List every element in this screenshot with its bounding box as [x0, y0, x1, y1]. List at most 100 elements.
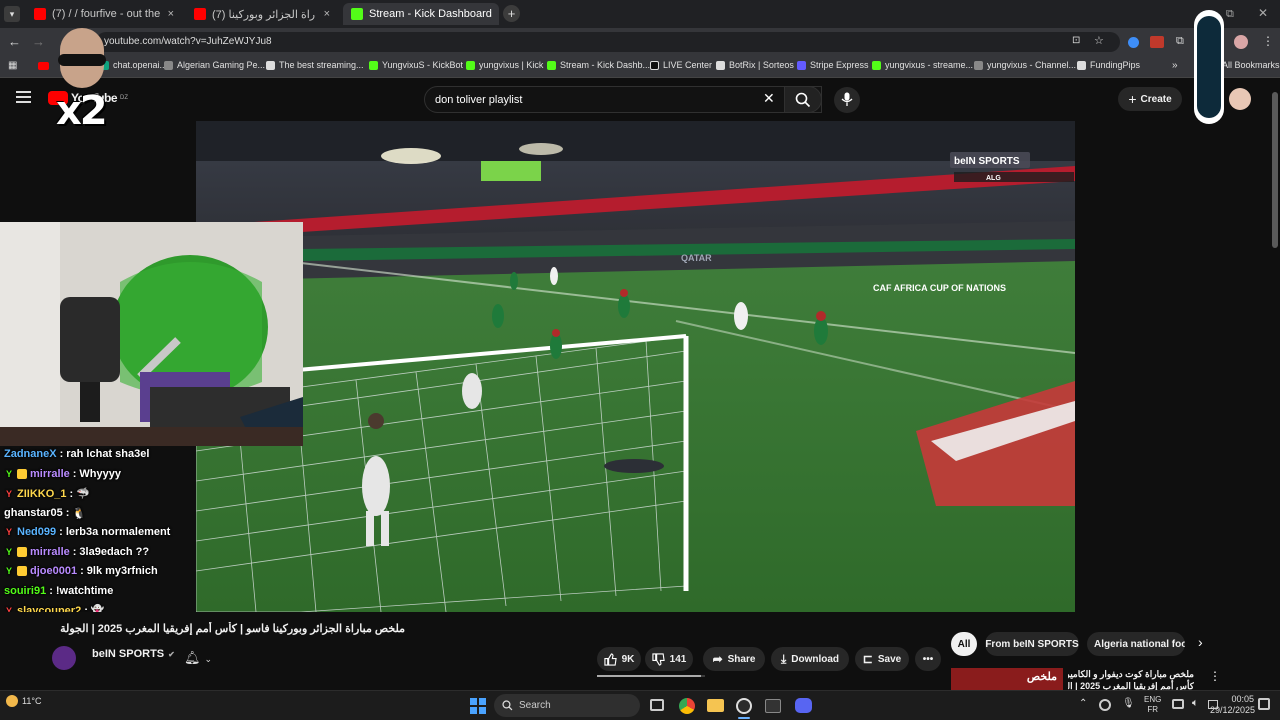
- tab-title: (7) / / fourfive - out the air ( sl: [52, 8, 160, 20]
- address-field[interactable]: youtube.com/watch?v=JuhZeWJYJu8 ⊡ ☆: [96, 32, 1120, 52]
- terminal-taskbar-icon[interactable]: [765, 699, 781, 713]
- network-icon[interactable]: [1172, 699, 1184, 709]
- bookmarks-overflow-icon[interactable]: »: [1172, 60, 1178, 71]
- apps-grid-icon[interactable]: ▦: [8, 60, 17, 71]
- discord-taskbar-icon[interactable]: [795, 698, 812, 713]
- tab-youtube-match[interactable]: ملخص مباراة الجزائر وبوركينا (7) ×: [186, 3, 338, 25]
- tab-list-button[interactable]: ▾: [4, 6, 20, 22]
- minimize-icon[interactable]: ⧉: [1226, 8, 1234, 21]
- chat-username[interactable]: ZadnaneX: [4, 448, 57, 460]
- bookmark-item[interactable]: yungvixus - Channel...: [974, 60, 1076, 70]
- all-bookmarks[interactable]: All Bookmarks: [1222, 60, 1280, 70]
- bookmark-item[interactable]: BotRix | Sorteos: [716, 60, 794, 70]
- bookmark-item[interactable]: chat.openai...: [100, 60, 167, 70]
- language-indicator[interactable]: ENG FR: [1144, 695, 1161, 715]
- chat-username[interactable]: ghanstar05: [4, 507, 63, 519]
- obs-taskbar-icon[interactable]: [736, 698, 752, 714]
- weather-widget[interactable]: 11°C: [6, 695, 41, 707]
- volume-icon[interactable]: 🔈︎: [1192, 697, 1199, 710]
- chat-username[interactable]: djoe0001: [30, 565, 77, 577]
- related-video-thumbnail[interactable]: ملخص: [951, 668, 1063, 690]
- bookmark-item[interactable]: yungvixus - streame...: [872, 60, 973, 70]
- chip-all[interactable]: All: [951, 632, 977, 656]
- share-button[interactable]: ➦ Share: [703, 647, 765, 671]
- bookmarks-bar: ▦ chat.openai... Algerian Gaming Pe... T…: [0, 56, 1280, 78]
- webcam-room-scene: [0, 222, 303, 446]
- video-player[interactable]: beIN SPORTS ALG CAF AFRICA CUP OF NATION…: [196, 121, 1075, 612]
- page-scrollbar[interactable]: [1272, 92, 1278, 248]
- chat-username[interactable]: Ned099: [17, 526, 56, 538]
- related-video-title[interactable]: ملخص مباراة كوت ديفوار و الكاميرون | كأس…: [1068, 668, 1194, 692]
- kick-favicon-icon: [872, 60, 881, 70]
- voice-search-button[interactable]: [834, 87, 860, 113]
- search-button[interactable]: [784, 86, 822, 113]
- bookmark-item[interactable]: Stripe Express: [797, 60, 869, 70]
- back-arrow-icon[interactable]: ←: [8, 34, 21, 49]
- notification-center-icon[interactable]: [1258, 698, 1270, 710]
- notification-bell-button[interactable]: 🔔︎ ⌄: [184, 650, 212, 666]
- bookmark-item[interactable]: YungvixuS - KickBot: [369, 60, 463, 70]
- download-button[interactable]: ⤓ Download: [771, 647, 849, 671]
- close-tab-icon[interactable]: ×: [492, 8, 499, 20]
- chat-username[interactable]: souiri91: [4, 585, 46, 597]
- bookmark-favicon-icon: [716, 60, 725, 70]
- windows-start-icon[interactable]: [470, 698, 486, 714]
- chat-username[interactable]: mirralle: [30, 546, 70, 558]
- plus-icon: +: [1128, 91, 1137, 107]
- dislike-button[interactable]: 141: [645, 647, 693, 671]
- bookmark-star-icon[interactable]: ☆: [1094, 34, 1104, 47]
- chrome-taskbar-icon[interactable]: [679, 698, 695, 714]
- more-actions-button[interactable]: •••: [915, 647, 941, 671]
- new-tab-button[interactable]: +: [503, 5, 520, 22]
- related-video-menu-icon[interactable]: ⋮: [1209, 669, 1221, 683]
- save-button[interactable]: ⊏ Save: [855, 647, 909, 671]
- bookmark-item[interactable]: LIVE Center: [650, 60, 712, 70]
- chat-message: ZadnaneX: rah lchat sha3el: [4, 448, 149, 460]
- bookmark-item[interactable]: Algerian Gaming Pe...: [164, 60, 265, 70]
- like-button[interactable]: 9K: [597, 647, 641, 671]
- video-title: ملخص مباراة الجزائر وبوركينا فاسو | كأس …: [60, 623, 405, 635]
- tab-kick-dashboard[interactable]: Stream - Kick Dashboard ×: [343, 3, 499, 25]
- svg-text:QATAR: QATAR: [681, 253, 712, 263]
- bookmark-item[interactable]: Stream - Kick Dashb...: [547, 60, 650, 70]
- tray-chevron-up-icon[interactable]: ⌃: [1079, 698, 1087, 709]
- chat-username[interactable]: ZIIKKO_1: [17, 488, 67, 500]
- extension-counter-icon[interactable]: [1150, 36, 1164, 48]
- bookmark-youtube-icon[interactable]: [38, 62, 49, 70]
- clear-search-icon[interactable]: ✕: [763, 90, 775, 107]
- hamburger-menu-icon[interactable]: [16, 91, 31, 103]
- extension-icon[interactable]: [1128, 37, 1139, 48]
- channel-name[interactable]: beIN SPORTS ✔: [92, 648, 175, 660]
- extensions-puzzle-icon[interactable]: ⧉: [1176, 35, 1184, 48]
- stripe-icon: [797, 60, 806, 70]
- chip-from-channel[interactable]: From beIN SPORTS: [985, 632, 1079, 656]
- windows-taskbar: 11°C Search ⌃ 🎙︎ ENG FR 🔈︎ 00:05 29/12/2…: [0, 690, 1280, 720]
- chat-username[interactable]: mirralle: [30, 468, 70, 480]
- bookmark-item[interactable]: yungvixus | Kick: [466, 60, 543, 70]
- clock[interactable]: 00:05 29/12/2025: [1210, 694, 1255, 716]
- bookmark-item[interactable]: FundingPips: [1077, 60, 1140, 70]
- chevron-right-icon[interactable]: ›: [1198, 634, 1203, 650]
- close-tab-icon[interactable]: ×: [316, 8, 330, 20]
- task-view-icon[interactable]: [650, 699, 664, 711]
- file-explorer-icon[interactable]: [707, 699, 724, 712]
- bookmark-item[interactable]: The best streaming...: [266, 60, 364, 70]
- close-tab-icon[interactable]: ×: [160, 8, 174, 20]
- close-window-icon[interactable]: ✕: [1258, 6, 1268, 20]
- kick-favicon-icon: [466, 60, 475, 70]
- tab-youtube-music[interactable]: (7) / / fourfive - out the air ( sl ×: [26, 3, 182, 25]
- channel-avatar[interactable]: [52, 646, 76, 670]
- chat-text: 9lk my3rfnich: [86, 565, 158, 577]
- profile-avatar-icon[interactable]: [1234, 35, 1248, 49]
- chip-topic[interactable]: Algeria national footb: [1087, 632, 1185, 656]
- browser-menu-icon[interactable]: ⋮: [1262, 34, 1274, 48]
- tray-mic-icon[interactable]: 🎙︎: [1122, 698, 1135, 709]
- tray-app-icon[interactable]: [1099, 699, 1111, 711]
- taskbar-search-box[interactable]: Search: [494, 694, 640, 717]
- install-icon[interactable]: ⊡: [1072, 35, 1080, 46]
- create-button[interactable]: + Create: [1118, 87, 1182, 111]
- forward-arrow-icon[interactable]: →: [32, 34, 45, 49]
- account-avatar[interactable]: [1229, 88, 1251, 110]
- youtube-favicon-icon: [34, 8, 46, 20]
- chat-separator: :: [65, 507, 70, 519]
